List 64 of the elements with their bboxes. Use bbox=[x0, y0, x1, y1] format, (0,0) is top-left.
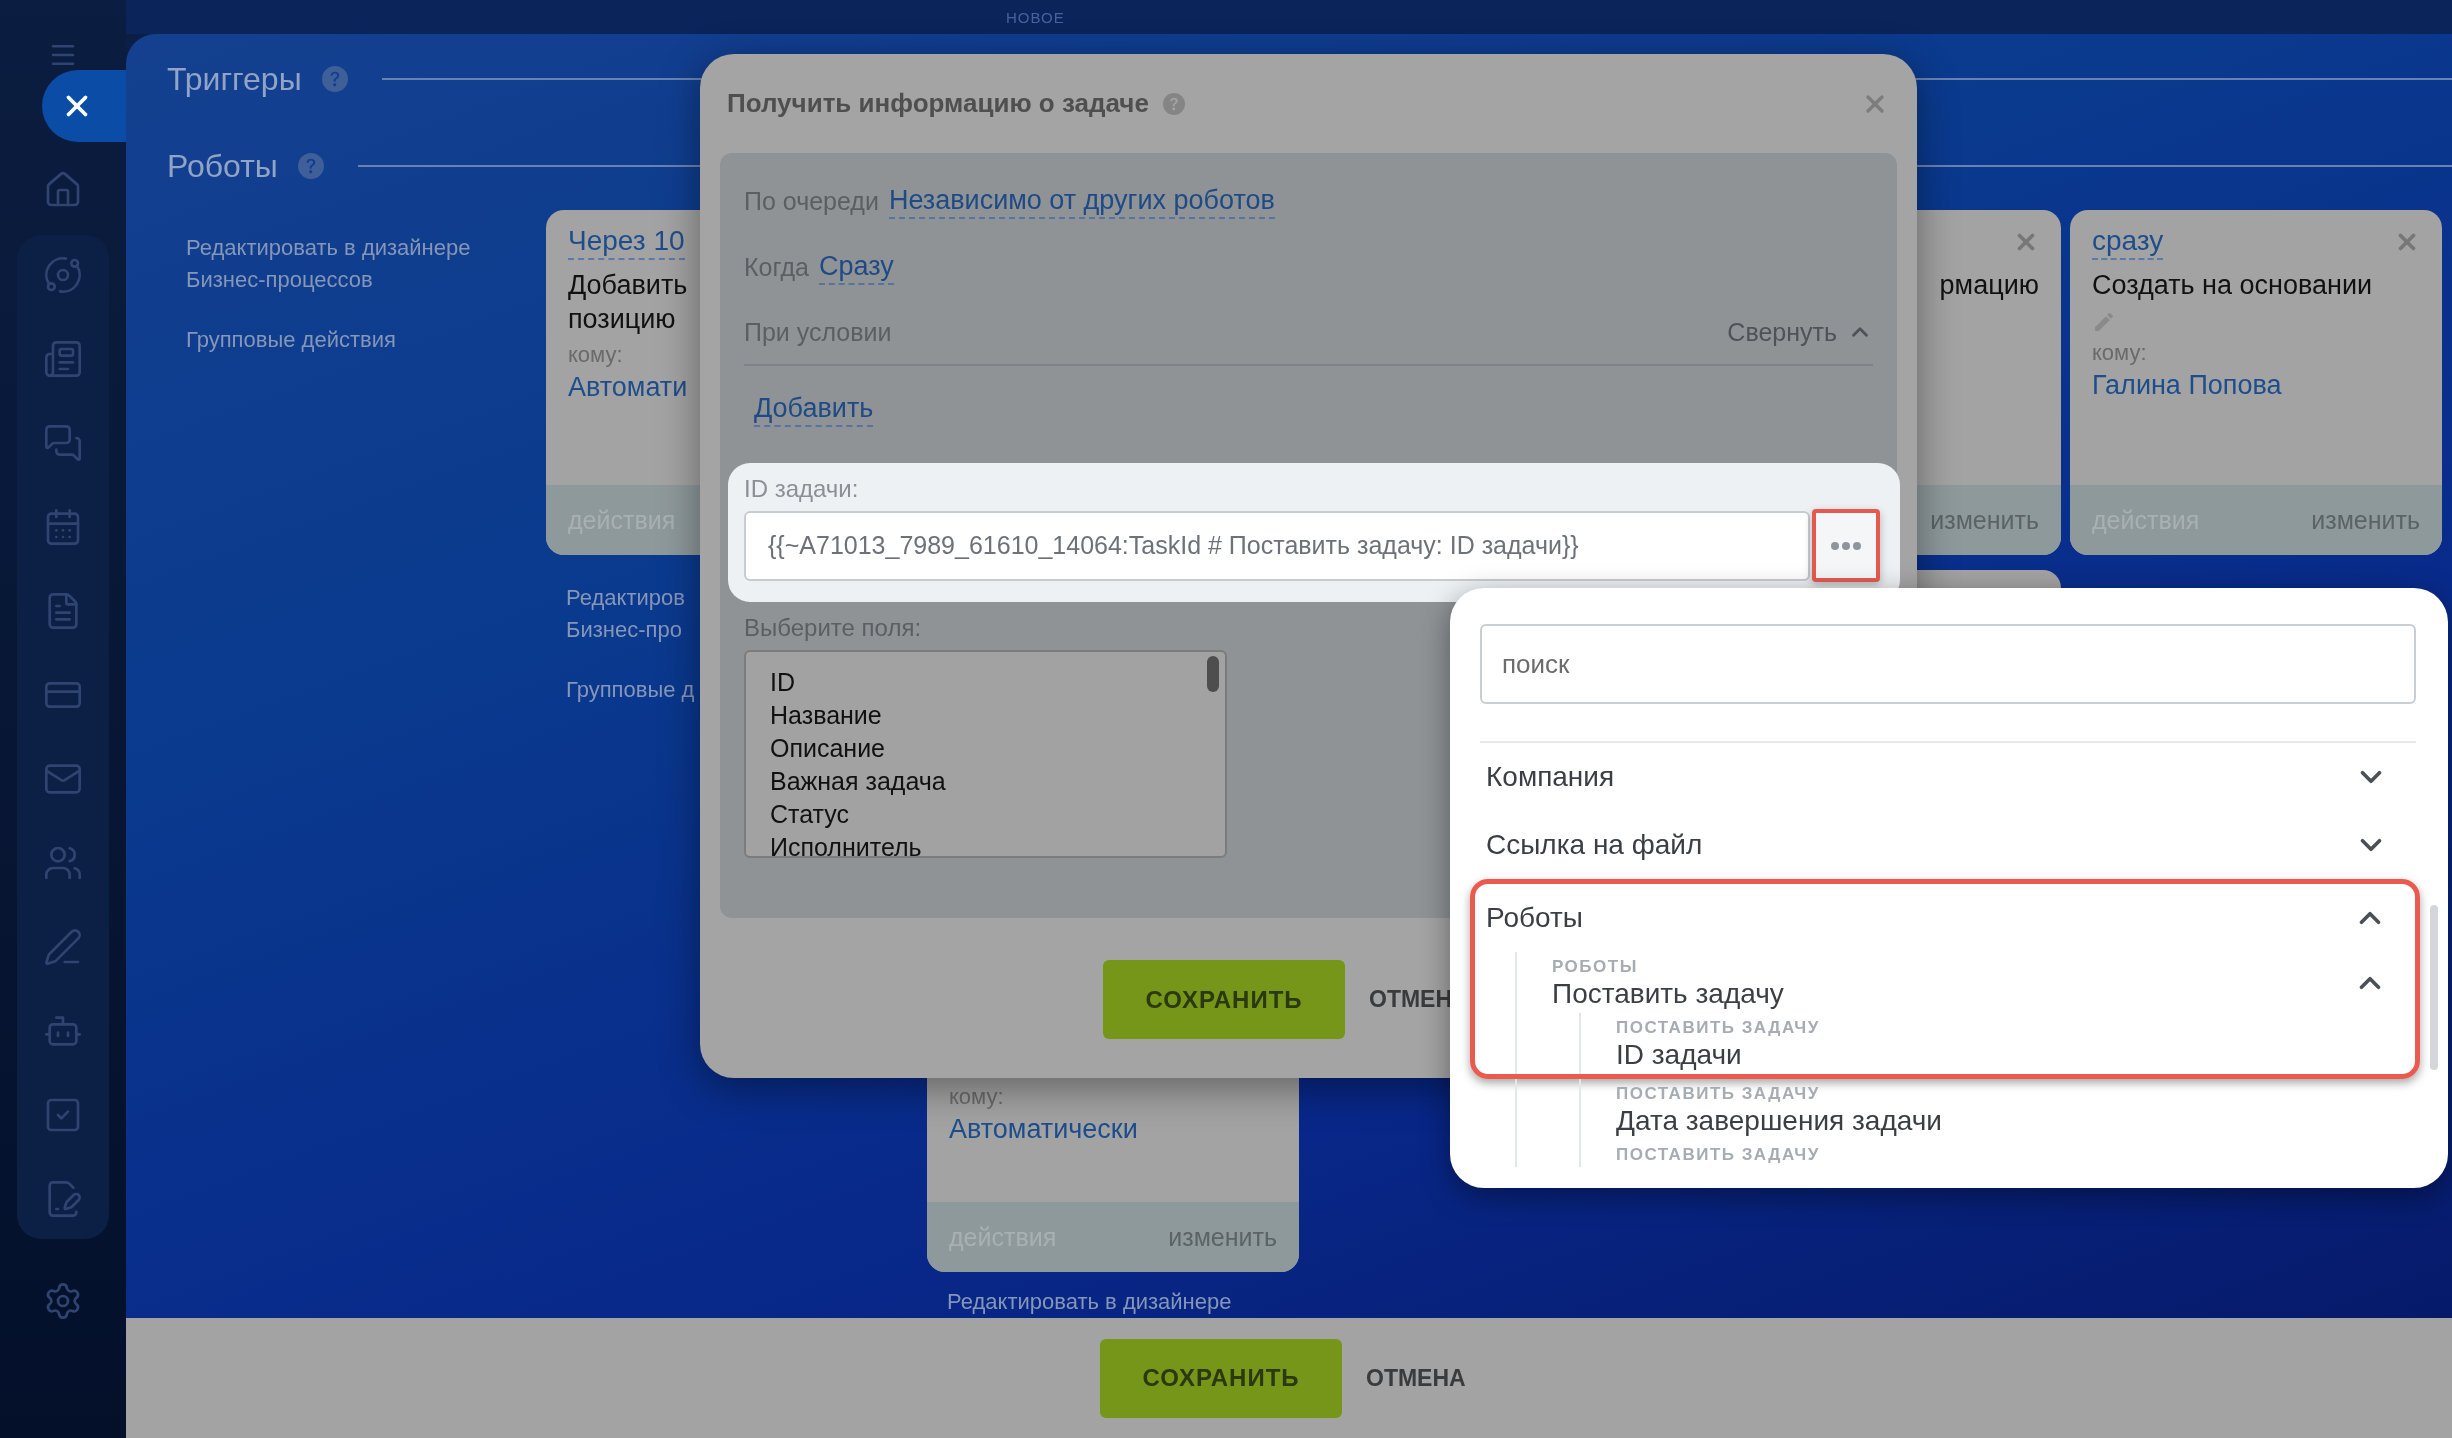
list-option[interactable]: Статус bbox=[770, 798, 1201, 831]
tree-item[interactable]: ПОСТАВИТЬ ЗАДАЧУ ID задачи bbox=[1480, 1013, 2415, 1074]
pencil-icon[interactable] bbox=[2092, 310, 2116, 334]
item-category: РОБОТЫ bbox=[1552, 957, 1639, 977]
cancel-button[interactable]: ОТМЕНА bbox=[1366, 1364, 1466, 1392]
page-link[interactable]: Редактировать в дизайнере bbox=[927, 1286, 1299, 1318]
save-button[interactable]: СОХРАНИТЬ bbox=[1100, 1338, 1342, 1418]
item-label: Дата завершения задачи bbox=[1616, 1104, 1943, 1138]
choice-link[interactable]: Сразу bbox=[818, 249, 894, 285]
robot-title: рмацию bbox=[1939, 269, 2039, 302]
tree-item[interactable]: ПОСТАВИТЬ ЗАДАЧУ Дата завершения задачи bbox=[1480, 1079, 2416, 1140]
item-category: ПОСТАВИТЬ ЗАДАЧУ bbox=[1616, 1018, 1821, 1038]
section-title: Роботы bbox=[167, 147, 278, 185]
tree-item[interactable]: Компания bbox=[1480, 743, 2416, 811]
search-field[interactable]: поиск bbox=[1480, 624, 2416, 704]
collapse-button[interactable]: Свернуть bbox=[1727, 317, 1873, 347]
pen-icon[interactable] bbox=[43, 927, 83, 967]
item-label: Ссылка на файл bbox=[1486, 828, 1704, 862]
item-category: ПОСТАВИТЬ ЗАДАЧУ bbox=[1616, 1145, 1821, 1165]
close-button[interactable] bbox=[42, 70, 126, 142]
save-button[interactable]: СОХРАНИТЬ bbox=[1103, 960, 1345, 1039]
delay-link[interactable]: сразу bbox=[2092, 224, 2164, 260]
section-title: Триггеры bbox=[167, 60, 302, 98]
choice-link[interactable]: Независимо от других роботов bbox=[888, 183, 1275, 219]
item-category: ПОСТАВИТЬ ЗАДАЧУ bbox=[1616, 1084, 1821, 1104]
delay-link[interactable]: Через 10 bbox=[568, 224, 685, 260]
item-label: Компания bbox=[1486, 760, 1616, 794]
item-label: Роботы bbox=[1486, 901, 1584, 935]
new-label: НОВОЕ bbox=[1006, 8, 1065, 26]
item-label: Поставить задачу bbox=[1552, 977, 1785, 1011]
recipient-link[interactable]: Автомати bbox=[568, 372, 688, 403]
recipient-label: кому: bbox=[2092, 340, 2147, 366]
input-field[interactable]: {{~A71013_7989_61610_14064:TaskId # Поставить задачу: ID задачи}} bbox=[744, 510, 1810, 581]
list-option[interactable]: Описание bbox=[770, 732, 1201, 765]
robot-title: Добавить позицию bbox=[568, 269, 689, 336]
tree-item[interactable]: Ссылка на файл bbox=[1480, 811, 2416, 879]
add-link[interactable]: Добавить bbox=[754, 391, 874, 427]
scrollbar-thumb[interactable] bbox=[1207, 656, 1219, 692]
scrollbar-thumb[interactable] bbox=[2430, 905, 2438, 1070]
list-option[interactable]: Важная задача bbox=[770, 765, 1201, 798]
page-link[interactable]: Групповые действия bbox=[186, 324, 537, 356]
tree-item[interactable]: Роботы bbox=[1480, 884, 2415, 952]
chat-icon[interactable] bbox=[43, 423, 83, 463]
more-button[interactable] bbox=[1812, 509, 1880, 582]
more-icon bbox=[1831, 541, 1861, 550]
list-option[interactable]: Исполнитель bbox=[770, 831, 1201, 856]
recipient-link[interactable]: Автоматически bbox=[949, 1114, 1138, 1145]
robot-title: Создать на основании bbox=[2092, 269, 2373, 302]
dialog-title: Получить информацию о задаче bbox=[727, 88, 1149, 119]
help-icon[interactable] bbox=[297, 153, 324, 179]
recipient-label: кому: bbox=[568, 342, 623, 368]
item-label: ID задачи bbox=[1616, 1038, 1743, 1072]
nodes-icon[interactable] bbox=[43, 255, 83, 295]
recipient-link[interactable]: Галина Попова bbox=[2092, 370, 2282, 401]
list-option[interactable]: Название bbox=[770, 699, 1201, 732]
list-option[interactable]: ID bbox=[770, 666, 1201, 699]
tree-item[interactable]: ПОСТАВИТЬ ЗАДАЧУ bbox=[1480, 1140, 2416, 1167]
fields-listbox[interactable]: ID Название Описание Важная задача Статус Исполнитель bbox=[744, 650, 1227, 858]
tree-item[interactable]: РОБОТЫ Поставить задачу bbox=[1480, 952, 2415, 1013]
field-label: ID задачи: bbox=[744, 475, 860, 503]
help-icon[interactable] bbox=[1162, 92, 1185, 115]
help-icon[interactable] bbox=[321, 66, 348, 92]
newspaper-icon[interactable] bbox=[43, 339, 83, 379]
page-link[interactable]: Редактировать в дизайнере Бизнес-процессов bbox=[186, 232, 537, 296]
